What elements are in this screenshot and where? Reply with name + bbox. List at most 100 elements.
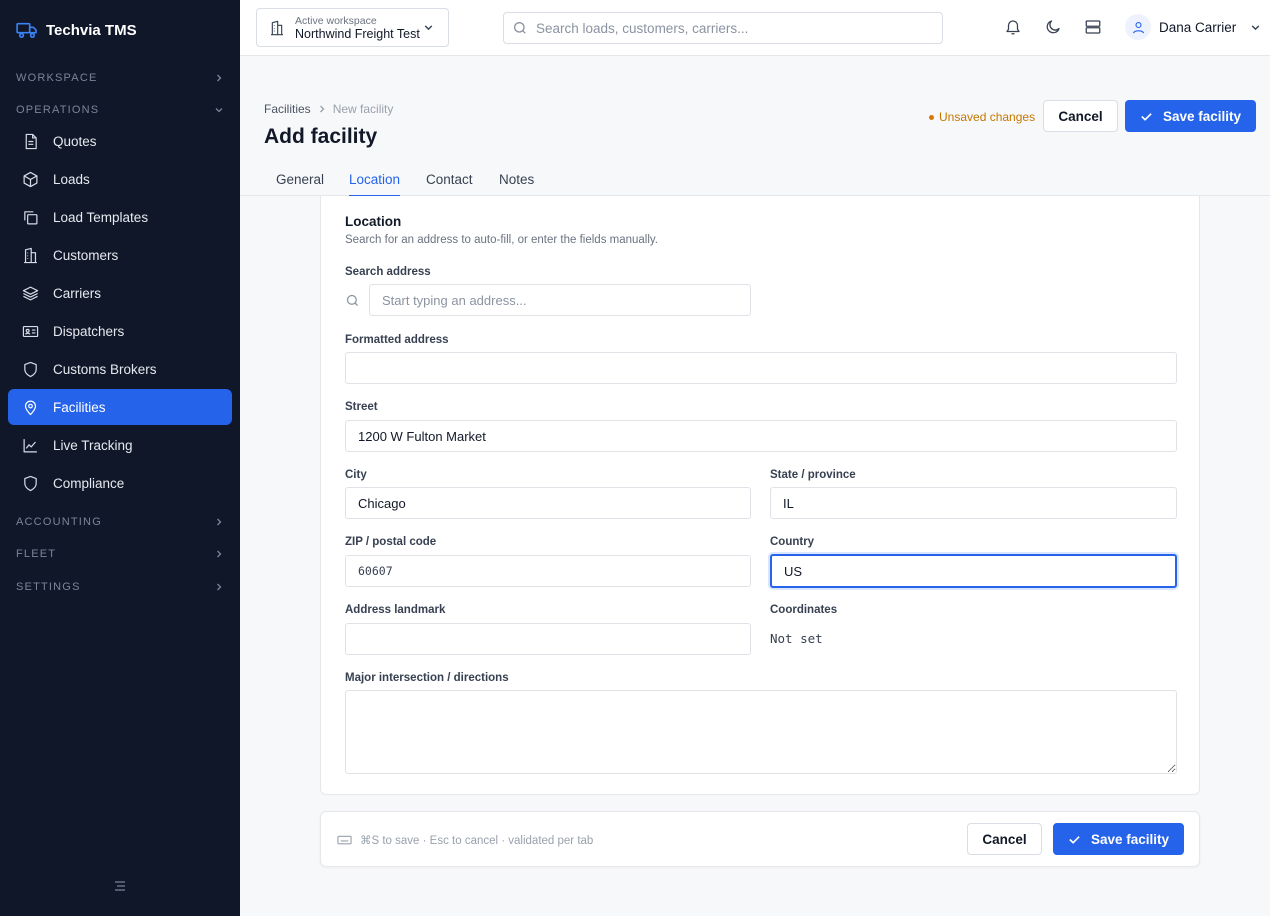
sidebar-item-label: Live Tracking bbox=[53, 437, 133, 453]
section-label: SETTINGS bbox=[16, 581, 81, 593]
tab-location[interactable]: Location bbox=[349, 172, 401, 197]
chevron-right-icon bbox=[217, 518, 222, 526]
cancel-button[interactable]: Cancel bbox=[1043, 100, 1118, 132]
save-facility-button[interactable]: Save facility bbox=[1125, 100, 1256, 132]
sidebar: Techvia TMS WORKSPACE OPERATIONS Quotes … bbox=[0, 0, 240, 916]
topbar: Active workspace Northwind Freight Test … bbox=[240, 0, 1270, 56]
footer-save-facility-button[interactable]: Save facility bbox=[1053, 823, 1184, 855]
sidebar-item-label: Customers bbox=[53, 247, 119, 263]
zip-input[interactable] bbox=[345, 555, 751, 587]
save-label: Save facility bbox=[1162, 108, 1242, 124]
workspace-name: Northwind Freight Test bbox=[295, 26, 420, 41]
city-input[interactable] bbox=[345, 487, 751, 519]
section-accounting[interactable]: ACCOUNTING bbox=[16, 516, 224, 528]
sidebar-item-customers[interactable]: Customers bbox=[8, 237, 232, 273]
sidebar-collapse-icon[interactable] bbox=[113, 879, 127, 893]
workspace-label: Active workspace bbox=[295, 14, 377, 27]
tab-bar: General Location Contact Notes bbox=[240, 166, 1270, 197]
brand-name: Techvia TMS bbox=[46, 21, 137, 39]
brand[interactable]: Techvia TMS bbox=[16, 21, 137, 39]
check-icon bbox=[1069, 835, 1080, 844]
search-icon bbox=[514, 22, 526, 34]
country-label: Country bbox=[770, 536, 815, 548]
sidebar-item-label: Loads bbox=[53, 171, 90, 187]
copy-icon bbox=[24, 210, 38, 224]
tab-contact[interactable]: Contact bbox=[426, 172, 473, 195]
coordinates-value: Not set bbox=[770, 631, 823, 646]
map-pin-icon bbox=[24, 400, 37, 415]
street-input[interactable] bbox=[345, 420, 1177, 452]
sidebar-item-label: Quotes bbox=[53, 133, 97, 149]
zip-label: ZIP / postal code bbox=[345, 536, 437, 548]
breadcrumb-facilities[interactable]: Facilities bbox=[264, 102, 311, 116]
sidebar-item-label: Customs Brokers bbox=[53, 361, 157, 377]
tab-notes[interactable]: Notes bbox=[499, 172, 534, 195]
breadcrumb: Facilities New facility bbox=[264, 102, 393, 116]
section-title: Location bbox=[345, 214, 402, 229]
search-icon bbox=[346, 294, 358, 306]
section-operations[interactable]: OPERATIONS bbox=[16, 104, 224, 116]
formatted-address-label: Formatted address bbox=[345, 334, 449, 346]
check-icon bbox=[1141, 112, 1152, 121]
building-icon bbox=[271, 20, 283, 35]
search-address-label: Search address bbox=[345, 266, 431, 278]
sidebar-item-label: Load Templates bbox=[53, 209, 149, 225]
sidebar-item-compliance[interactable]: Compliance bbox=[8, 465, 232, 501]
sidebar-item-quotes[interactable]: Quotes bbox=[8, 123, 232, 159]
line-chart-icon bbox=[23, 438, 37, 452]
section-settings[interactable]: SETTINGS bbox=[16, 581, 224, 593]
page-title: Add facility bbox=[264, 125, 378, 148]
landmark-label: Address landmark bbox=[345, 604, 446, 616]
box-icon bbox=[23, 171, 38, 187]
unsaved-indicator: Unsaved changes bbox=[929, 110, 1035, 124]
keyboard-hint: ⌘S to save · Esc to cancel · validated p… bbox=[337, 833, 593, 847]
sidebar-item-label: Carriers bbox=[53, 285, 102, 301]
keyboard-icon bbox=[337, 835, 352, 845]
landmark-input[interactable] bbox=[345, 623, 751, 655]
section-label: OPERATIONS bbox=[16, 104, 100, 116]
footer-action-bar: ⌘S to save · Esc to cancel · validated p… bbox=[320, 811, 1200, 867]
sidebar-item-carriers[interactable]: Carriers bbox=[8, 275, 232, 311]
country-input[interactable] bbox=[770, 554, 1177, 588]
sidebar-item-label: Facilities bbox=[53, 399, 106, 415]
section-label: ACCOUNTING bbox=[16, 516, 102, 528]
section-subtitle: Search for an address to auto-fill, or e… bbox=[345, 234, 659, 246]
state-input[interactable] bbox=[770, 487, 1177, 519]
location-card: Location Search for an address to auto-f… bbox=[320, 196, 1200, 795]
section-label: WORKSPACE bbox=[16, 72, 98, 84]
sidebar-item-dispatchers[interactable]: Dispatchers bbox=[8, 313, 232, 349]
tab-general[interactable]: General bbox=[276, 172, 324, 195]
unsaved-text: Unsaved changes bbox=[939, 110, 1036, 124]
user-name: Dana Carrier bbox=[1159, 19, 1237, 35]
section-label: FLEET bbox=[16, 548, 57, 560]
chevron-down-icon bbox=[215, 108, 223, 113]
truck-icon bbox=[16, 22, 37, 39]
section-workspace[interactable]: WORKSPACE bbox=[16, 72, 224, 84]
coordinates-label: Coordinates bbox=[770, 604, 838, 616]
section-fleet[interactable]: FLEET bbox=[16, 548, 224, 560]
chevron-right-icon bbox=[217, 550, 222, 558]
sidebar-item-loads[interactable]: Loads bbox=[8, 161, 232, 197]
directions-textarea[interactable] bbox=[345, 690, 1177, 774]
bell-icon[interactable] bbox=[1004, 18, 1022, 36]
shield-icon bbox=[24, 361, 37, 377]
user-menu[interactable]: Dana Carrier bbox=[1125, 14, 1261, 40]
sidebar-item-customs-brokers[interactable]: Customs Brokers bbox=[8, 351, 232, 387]
sidebar-item-facilities[interactable]: Facilities bbox=[8, 389, 232, 425]
global-search[interactable] bbox=[503, 12, 943, 44]
directions-label: Major intersection / directions bbox=[345, 672, 509, 684]
footer-cancel-button[interactable]: Cancel bbox=[967, 823, 1042, 855]
global-search-input[interactable] bbox=[536, 20, 916, 36]
sidebar-item-load-templates[interactable]: Load Templates bbox=[8, 199, 232, 235]
formatted-address-input[interactable] bbox=[345, 352, 1177, 384]
moon-icon[interactable] bbox=[1044, 18, 1062, 36]
workspace-switcher[interactable]: Active workspace Northwind Freight Test bbox=[256, 8, 449, 47]
server-icon[interactable] bbox=[1084, 18, 1102, 36]
shield-icon bbox=[24, 475, 37, 491]
chevron-right-icon bbox=[319, 105, 325, 113]
id-card-icon bbox=[22, 325, 39, 337]
search-address-input[interactable] bbox=[369, 284, 751, 316]
street-label: Street bbox=[345, 401, 378, 413]
save-label: Save facility bbox=[1090, 831, 1170, 847]
sidebar-item-live-tracking[interactable]: Live Tracking bbox=[8, 427, 232, 463]
